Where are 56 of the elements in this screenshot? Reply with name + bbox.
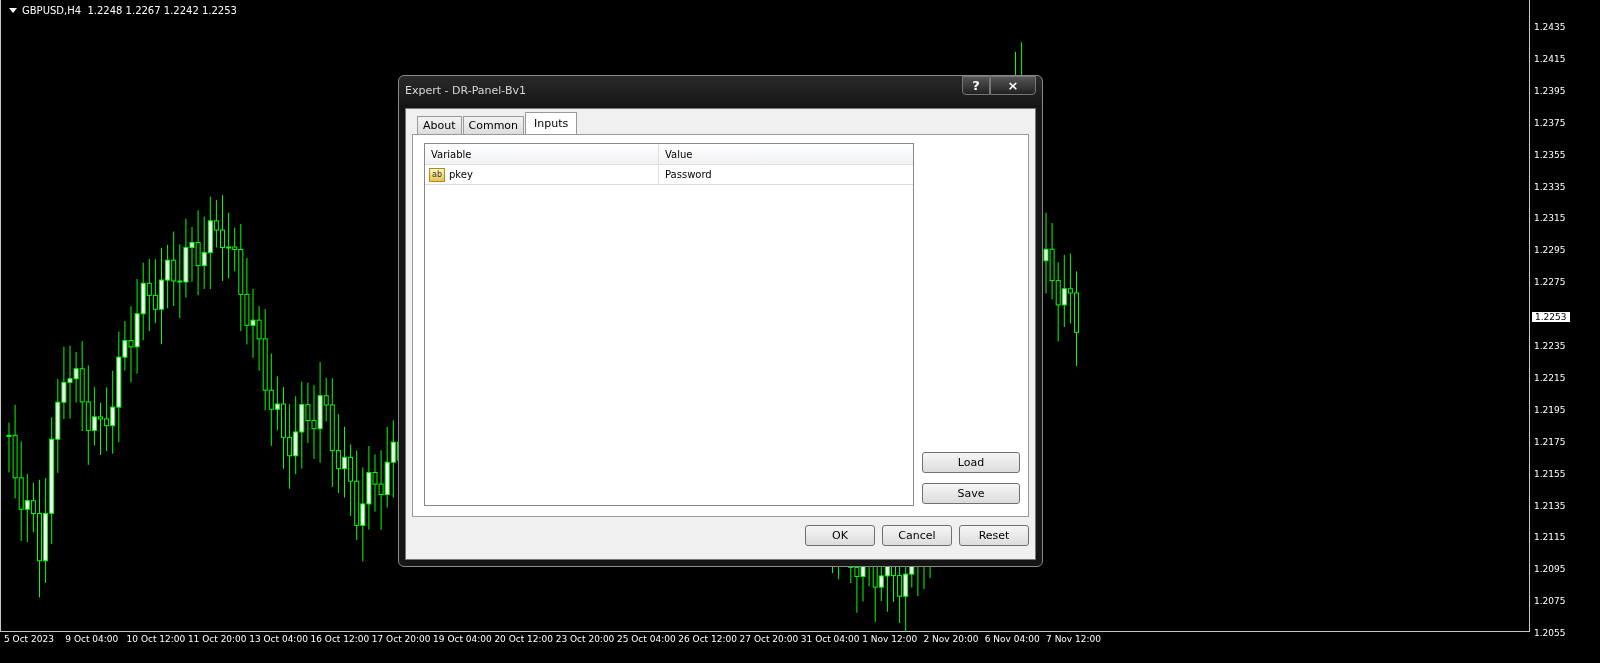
price-label: 1.2435: [1534, 22, 1566, 32]
time-label: 13 Oct 04:00: [249, 633, 309, 644]
time-label: 11 Oct 20:00: [187, 633, 248, 644]
time-label: 2 Nov 20:00: [923, 633, 980, 644]
price-label: 1.2055: [1534, 628, 1566, 639]
time-label: 23 Oct 20:00: [555, 633, 616, 644]
time-label: 6 Nov 04:00: [984, 633, 1041, 644]
price-label: 1.2195: [1534, 404, 1566, 415]
time-label: 20 Oct 12:00: [494, 633, 555, 644]
time-label: 5 Oct 2023: [4, 633, 55, 644]
time-label: 17 Oct 20:00: [371, 633, 432, 644]
close-button[interactable]: ×: [990, 76, 1036, 95]
table-cell[interactable]: Password: [665, 169, 712, 180]
price-label: 1.2375: [1534, 117, 1566, 128]
column-header[interactable]: Variable: [425, 144, 659, 164]
price-label: 1.2415: [1534, 53, 1566, 64]
help-button[interactable]: ?: [962, 76, 990, 95]
price-label: 1.2395: [1534, 85, 1566, 96]
price-label: 1.2135: [1534, 500, 1566, 511]
time-label: 7 Nov 12:00: [1046, 633, 1102, 644]
price-label: 1.2295: [1534, 245, 1566, 256]
time-label: 27 Oct 20:00: [739, 633, 800, 644]
time-label: 19 Oct 04:00: [433, 633, 493, 644]
time-label: 31 Oct 04:00: [800, 633, 861, 644]
chart-symbol-quotes: GBPUSD,H4 1.2248 1.2267 1.2242 1.2253: [22, 5, 237, 16]
tab[interactable]: Inputs: [525, 112, 578, 135]
time-label: 25 Oct 04:00: [616, 633, 677, 644]
dialog-button[interactable]: OK: [805, 524, 875, 546]
price-label: 1.2355: [1534, 149, 1566, 160]
price-label: 1.2335: [1534, 181, 1566, 192]
table-cell[interactable]: pkey: [449, 169, 473, 180]
dialog-button[interactable]: Save: [922, 483, 1020, 504]
price-label: 1.2315: [1534, 213, 1566, 224]
price-label: 1.2095: [1534, 564, 1566, 575]
window-title: Expert - DR-Panel-Bv1: [405, 84, 526, 97]
dialog-button[interactable]: Reset: [959, 524, 1029, 546]
tab[interactable]: About: [417, 116, 462, 134]
dialog-button[interactable]: Load: [922, 452, 1020, 473]
time-label: 1 Nov 12:00: [862, 633, 919, 644]
dialog-button[interactable]: Cancel: [882, 524, 952, 546]
time-label: 10 Oct 12:00: [126, 633, 187, 644]
price-label: 1.2115: [1534, 532, 1566, 543]
string-type-icon: ab: [429, 167, 445, 182]
dropdown-arrow-icon[interactable]: [9, 7, 17, 14]
tab[interactable]: Common: [462, 116, 525, 134]
price-label: 1.2275: [1534, 277, 1566, 288]
current-price-label: 1.2253: [1532, 312, 1570, 322]
time-label: 9 Oct 04:00: [65, 633, 120, 644]
time-label: 26 Oct 12:00: [678, 633, 738, 644]
price-label: 1.2155: [1534, 468, 1566, 479]
time-label: 16 Oct 12:00: [310, 633, 371, 644]
column-header[interactable]: Value: [659, 144, 913, 164]
price-label: 1.2215: [1534, 372, 1566, 383]
price-label: 1.2075: [1534, 596, 1566, 607]
price-label: 1.2175: [1534, 436, 1566, 447]
price-label: 1.2235: [1534, 341, 1566, 351]
